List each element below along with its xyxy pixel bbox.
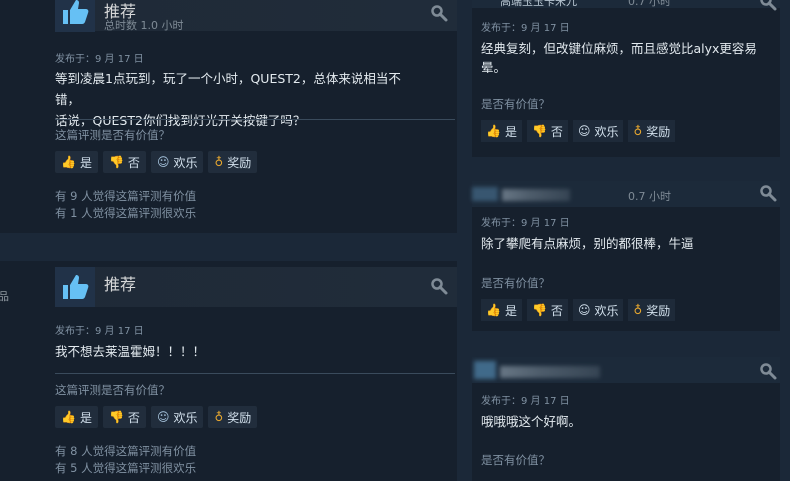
blurred-avatar bbox=[474, 361, 496, 379]
button-label: 欢乐 bbox=[173, 410, 198, 425]
side-fragment: 品 bbox=[0, 290, 9, 303]
vote-no-button[interactable]: 👎 否 bbox=[526, 120, 568, 142]
smile-icon: ☺ bbox=[156, 155, 170, 169]
vote-buttons: 👍 是 👎 否 ☺ 欢乐 ♁ 奖励 bbox=[55, 406, 258, 428]
review-text-line: 除了攀爬有点麻烦，别的都很棒，牛逼 bbox=[481, 236, 694, 251]
wrench-icon[interactable] bbox=[431, 5, 449, 23]
award-button[interactable]: ♁ 奖励 bbox=[208, 151, 258, 173]
thumb-up-icon: 👍 bbox=[61, 410, 76, 424]
posted-date: 发布于：9 月 17 日 bbox=[481, 218, 570, 229]
thumb-up-icon bbox=[63, 0, 89, 24]
blurred-reviewer-name[interactable] bbox=[502, 189, 570, 201]
funny-count: 有 1 人觉得这篇评测很欢乐 bbox=[55, 206, 197, 220]
divider bbox=[55, 119, 455, 120]
review-text-line: 我不想去莱温霍姆！！！！ bbox=[55, 344, 206, 359]
thumb-down-icon: 👎 bbox=[531, 124, 547, 138]
helpful-question: 是否有价值？ bbox=[481, 97, 550, 111]
vote-buttons: 👍 是 👎 否 ☺ 欢乐 ♁ 奖励 bbox=[481, 299, 676, 321]
thumb-up-badge bbox=[55, 267, 95, 307]
vote-no-button[interactable]: 👎 否 bbox=[102, 406, 146, 428]
thumb-up-icon: 👍 bbox=[486, 124, 501, 138]
vote-no-button[interactable]: 👎 否 bbox=[526, 299, 568, 321]
thumb-up-icon bbox=[63, 275, 89, 299]
divider bbox=[55, 373, 455, 374]
hours-played: 0.7 小时 bbox=[628, 0, 671, 8]
vote-funny-button[interactable]: ☺ 欢乐 bbox=[150, 406, 204, 428]
review-text-line: 等到凌晨1点玩到，玩了一个小时，QUEST2，总体来说相当不错， bbox=[55, 71, 401, 107]
button-label: 是 bbox=[504, 303, 517, 318]
recommendation-label: 推荐 bbox=[104, 275, 137, 294]
thumb-down-icon: 👎 bbox=[531, 303, 547, 317]
vote-buttons: 👍 是 👎 否 ☺ 欢乐 ♁ 奖励 bbox=[55, 151, 258, 173]
posted-date: 发布于：9 月 17 日 bbox=[481, 23, 570, 34]
vote-buttons: 👍 是 👎 否 ☺ 欢乐 ♁ 奖励 bbox=[481, 120, 676, 142]
button-label: 奖励 bbox=[646, 124, 671, 139]
wrench-icon[interactable] bbox=[760, 363, 778, 381]
award-icon: ♁ bbox=[633, 303, 643, 317]
wrench-icon[interactable] bbox=[431, 278, 449, 296]
vote-funny-button[interactable]: ☺ 欢乐 bbox=[150, 151, 204, 173]
review-text-line: 经典复刻，但改键位麻烦，而且感觉比alyx更容易 bbox=[481, 41, 757, 56]
review-text: 经典复刻，但改键位麻烦，而且感觉比alyx更容易 晕。 bbox=[481, 39, 761, 77]
button-label: 欢乐 bbox=[594, 124, 619, 139]
smile-icon: ☺ bbox=[577, 303, 591, 317]
hours-played: 0.7 小时 bbox=[628, 190, 671, 203]
helpful-count: 有 8 人觉得这篇评测有价值 bbox=[55, 444, 197, 458]
review-text: 除了攀爬有点麻烦，别的都很棒，牛逼 bbox=[481, 234, 761, 253]
award-icon: ♁ bbox=[633, 124, 643, 138]
wrench-icon[interactable] bbox=[760, 185, 778, 203]
helpful-question: 是否有价值？ bbox=[481, 276, 550, 290]
review-text-line: 哦哦哦这个好啊。 bbox=[481, 414, 582, 429]
button-label: 奖励 bbox=[646, 303, 671, 318]
posted-date: 发布于：9 月 17 日 bbox=[55, 326, 144, 337]
button-label: 否 bbox=[550, 124, 563, 139]
button-label: 是 bbox=[79, 155, 92, 170]
posted-date: 发布于：9 月 17 日 bbox=[55, 54, 144, 65]
smile-icon: ☺ bbox=[156, 410, 170, 424]
helpful-question: 这篇评测是否有价值？ bbox=[55, 128, 170, 142]
vote-yes-button[interactable]: 👍 是 bbox=[55, 151, 98, 173]
award-icon: ♁ bbox=[214, 155, 224, 169]
button-label: 是 bbox=[504, 124, 517, 139]
thumb-up-badge bbox=[55, 0, 95, 32]
review-text: 等到凌晨1点玩到，玩了一个小时，QUEST2，总体来说相当不错， 话说，QUES… bbox=[55, 68, 425, 131]
vote-funny-button[interactable]: ☺ 欢乐 bbox=[572, 120, 624, 142]
blurred-reviewer-name[interactable] bbox=[500, 366, 600, 378]
award-button[interactable]: ♁ 奖励 bbox=[628, 299, 676, 321]
button-label: 是 bbox=[79, 410, 92, 425]
wrench-icon[interactable] bbox=[760, 0, 778, 12]
vote-yes-button[interactable]: 👍 是 bbox=[55, 406, 98, 428]
hours-played: 总时数 1.0 小时 bbox=[104, 19, 184, 32]
award-button[interactable]: ♁ 奖励 bbox=[208, 406, 258, 428]
vote-funny-button[interactable]: ☺ 欢乐 bbox=[572, 299, 624, 321]
review-text: 哦哦哦这个好啊。 bbox=[481, 412, 761, 431]
review-text-line: 晕。 bbox=[481, 60, 507, 75]
funny-count: 有 5 人觉得这篇评测很欢乐 bbox=[55, 461, 197, 475]
vote-no-button[interactable]: 👎 否 bbox=[102, 151, 146, 173]
posted-date: 发布于：9 月 17 日 bbox=[481, 396, 570, 407]
button-label: 欢乐 bbox=[594, 303, 619, 318]
button-label: 奖励 bbox=[227, 155, 252, 170]
review-text: 我不想去莱温霍姆！！！！ bbox=[55, 341, 425, 362]
reviewer-name[interactable]: 高端玉玉卡米九 bbox=[500, 0, 577, 9]
thumb-up-icon: 👍 bbox=[486, 303, 501, 317]
button-label: 否 bbox=[127, 410, 140, 425]
thumb-up-icon: 👍 bbox=[61, 155, 76, 169]
helpful-count: 有 9 人觉得这篇评测有价值 bbox=[55, 189, 197, 203]
button-label: 欢乐 bbox=[173, 155, 198, 170]
award-button[interactable]: ♁ 奖励 bbox=[628, 120, 676, 142]
award-icon: ♁ bbox=[214, 410, 224, 424]
helpful-question: 是否有价值？ bbox=[481, 453, 550, 467]
helpful-question: 这篇评测是否有价值？ bbox=[55, 383, 170, 397]
vote-yes-button[interactable]: 👍 是 bbox=[481, 120, 522, 142]
thumb-down-icon: 👎 bbox=[108, 155, 124, 169]
button-label: 否 bbox=[550, 303, 563, 318]
smile-icon: ☺ bbox=[577, 124, 591, 138]
vote-yes-button[interactable]: 👍 是 bbox=[481, 299, 522, 321]
thumb-down-icon: 👎 bbox=[108, 410, 124, 424]
button-label: 奖励 bbox=[227, 410, 252, 425]
blurred-avatar bbox=[472, 187, 498, 201]
button-label: 否 bbox=[127, 155, 140, 170]
